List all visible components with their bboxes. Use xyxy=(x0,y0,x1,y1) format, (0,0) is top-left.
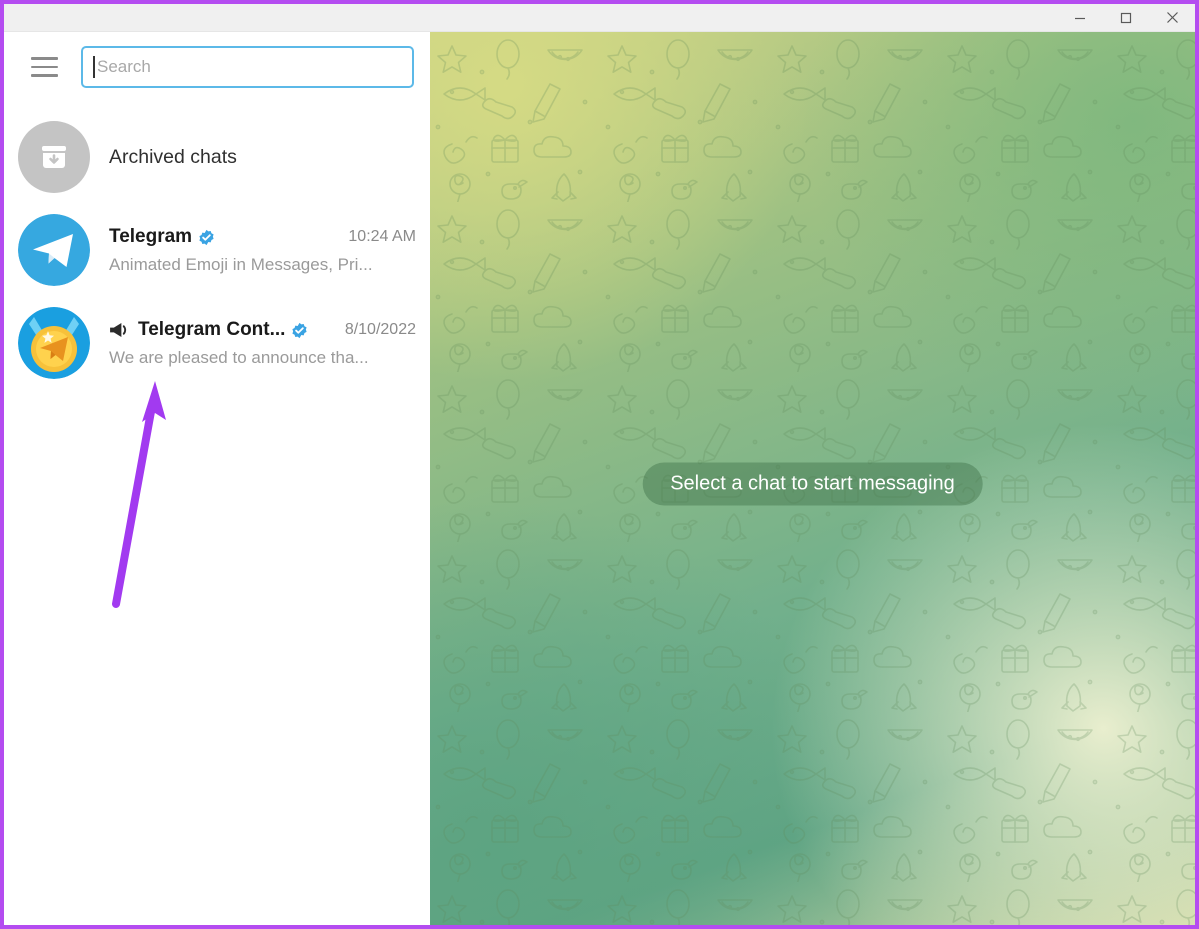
verified-badge-icon xyxy=(292,322,308,338)
chat-body: Archived chats xyxy=(109,121,416,193)
telegram-avatar xyxy=(18,213,90,286)
close-icon xyxy=(1166,12,1178,23)
chat-preview: Animated Emoji in Messages, Pri... xyxy=(109,255,373,274)
telegram-medal-icon xyxy=(18,306,90,379)
list-item-telegram-contest[interactable]: Telegram Cont... 8/10/2022 We are please… xyxy=(4,296,430,389)
archive-avatar xyxy=(18,120,90,193)
chat-top-row: Telegram 10:24 AM xyxy=(109,226,416,248)
chat-timestamp: 8/10/2022 xyxy=(344,321,416,338)
chat-top-row: Telegram Cont... 8/10/2022 xyxy=(109,319,416,341)
megaphone-icon xyxy=(110,322,127,338)
sidebar-header xyxy=(4,32,430,102)
minimize-button[interactable] xyxy=(1057,4,1103,31)
chat-title: Telegram xyxy=(109,226,193,247)
chat-pane: Select a chat to start messaging xyxy=(430,32,1195,925)
search-input[interactable] xyxy=(81,46,414,88)
chat-title: Telegram Cont... xyxy=(138,319,286,340)
list-item-archived-chats[interactable]: Archived chats xyxy=(4,110,430,203)
archive-icon xyxy=(42,145,66,168)
close-button[interactable] xyxy=(1149,4,1195,31)
chat-title: Archived chats xyxy=(109,146,237,168)
chat-sidebar: Archived chats Te xyxy=(4,32,430,925)
verified-badge-icon xyxy=(199,229,214,245)
text-caret xyxy=(93,56,95,78)
telegram-desktop-window: Archived chats Te xyxy=(0,0,1199,929)
list-item-telegram[interactable]: Telegram 10:24 AM Animated Emoji in Mess… xyxy=(4,203,430,296)
chat-body: Telegram 10:24 AM Animated Emoji in Mess… xyxy=(109,214,416,286)
chat-top-row: Archived chats xyxy=(109,146,416,169)
search-wrap xyxy=(81,46,418,88)
telegram-contest-avatar xyxy=(18,306,90,379)
minimize-icon xyxy=(1075,17,1085,19)
chat-body: Telegram Cont... 8/10/2022 We are please… xyxy=(109,307,416,379)
chat-list: Archived chats Telegram 10:24 AM Animate… xyxy=(4,102,430,389)
maximize-button[interactable] xyxy=(1103,4,1149,31)
chat-timestamp: 10:24 AM xyxy=(348,228,416,245)
window-title-bar xyxy=(4,4,1195,32)
chat-preview: We are pleased to announce tha... xyxy=(109,348,369,367)
empty-state-message: Select a chat to start messaging xyxy=(642,462,983,506)
main-area: Archived chats Te xyxy=(4,32,1195,925)
maximize-icon xyxy=(1120,12,1132,23)
hamburger-menu-icon[interactable] xyxy=(22,45,66,89)
telegram-plane-icon xyxy=(18,213,90,286)
